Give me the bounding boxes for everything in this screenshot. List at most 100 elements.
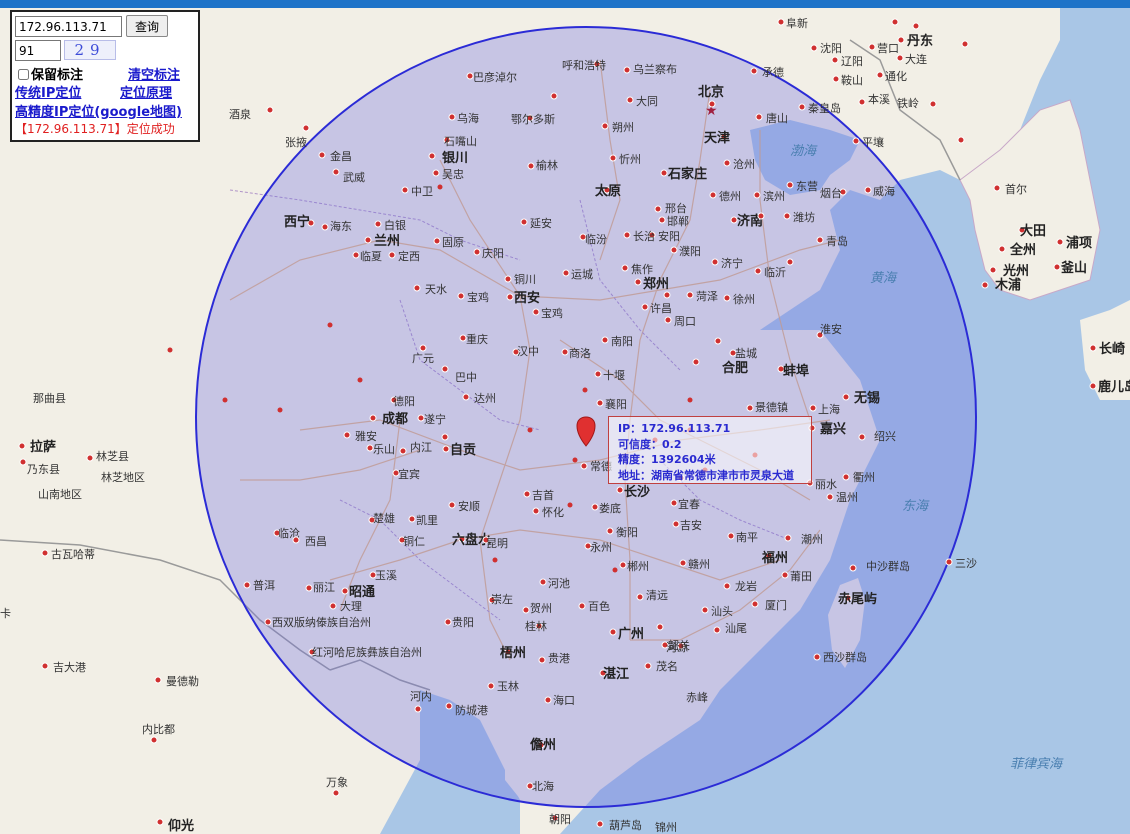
svg-text:西宁: 西宁 xyxy=(284,214,310,230)
query-button[interactable]: 查询 xyxy=(126,15,168,37)
svg-text:乃东县: 乃东县 xyxy=(27,463,60,476)
city-marker: 张掖 xyxy=(285,124,310,149)
city-marker xyxy=(891,18,899,26)
city-marker: 锦州 xyxy=(655,820,677,834)
svg-text:郑州: 郑州 xyxy=(643,276,669,292)
city-marker: 临汾 xyxy=(579,232,607,246)
svg-text:北海: 北海 xyxy=(532,779,554,793)
svg-text:龙岩: 龙岩 xyxy=(735,579,757,593)
sea-label-east: 东海 xyxy=(902,499,930,514)
city-marker: 鞍山 xyxy=(832,73,863,87)
city-marker: 赤尾屿 xyxy=(838,591,877,607)
city-marker: 西宁 xyxy=(284,214,315,230)
svg-text:天津: 天津 xyxy=(704,130,730,146)
ip-query-panel: 查询 29 保留标注 清空标注 传统IP定位 定位原理 高精度IP定位(goog… xyxy=(10,10,200,142)
city-marker: 天津 xyxy=(704,130,730,146)
city-marker: 鄂尔多斯 xyxy=(511,112,555,126)
svg-text:普洱: 普洱 xyxy=(253,578,275,592)
svg-text:宝鸡: 宝鸡 xyxy=(541,306,563,320)
svg-text:铁岭: 铁岭 xyxy=(897,96,919,110)
svg-text:防城港: 防城港 xyxy=(455,703,488,717)
traditional-ip-link[interactable]: 传统IP定位 xyxy=(15,82,81,101)
svg-text:清远: 清远 xyxy=(646,589,668,602)
city-marker: 营口 xyxy=(868,41,899,55)
city-marker: 呼和浩特 xyxy=(562,58,606,72)
city-marker: 福州 xyxy=(761,550,788,566)
svg-text:嘉兴: 嘉兴 xyxy=(819,421,846,437)
svg-text:衡阳: 衡阳 xyxy=(616,526,638,539)
svg-text:贵阳: 贵阳 xyxy=(452,616,474,629)
svg-text:鹿儿岛: 鹿儿岛 xyxy=(1098,379,1130,395)
ip-address-input[interactable] xyxy=(15,16,122,37)
svg-text:百色: 百色 xyxy=(588,599,610,613)
svg-text:古瓦哈蒂: 古瓦哈蒂 xyxy=(51,548,95,561)
city-marker xyxy=(786,258,794,266)
svg-text:济宁: 济宁 xyxy=(721,256,743,270)
svg-text:桂林: 桂林 xyxy=(525,619,547,633)
keep-marks-checkbox[interactable]: 保留标注 xyxy=(18,64,83,83)
svg-text:重庆: 重庆 xyxy=(466,332,488,346)
svg-text:白银: 白银 xyxy=(384,218,406,232)
keep-marks-check[interactable] xyxy=(18,69,29,80)
svg-text:蚌埠: 蚌埠 xyxy=(783,363,809,379)
city-marker: 梧州 xyxy=(500,645,526,661)
svg-text:金昌: 金昌 xyxy=(330,149,352,163)
svg-text:铜仁: 铜仁 xyxy=(403,534,425,548)
svg-text:安阳: 安阳 xyxy=(658,229,680,243)
svg-text:上海: 上海 xyxy=(818,402,840,416)
svg-text:滨州: 滨州 xyxy=(763,189,785,203)
svg-text:天水: 天水 xyxy=(425,283,447,296)
svg-text:汕头: 汕头 xyxy=(711,605,733,618)
svg-text:承德: 承德 xyxy=(762,65,784,79)
svg-text:辽阳: 辽阳 xyxy=(841,55,863,68)
svg-text:宜宾: 宜宾 xyxy=(398,467,420,481)
svg-text:吉安: 吉安 xyxy=(680,518,702,532)
city-marker xyxy=(957,136,965,144)
city-marker: 儋州 xyxy=(530,737,556,753)
svg-text:太原: 太原 xyxy=(594,183,621,199)
svg-text:巴彦淖尔: 巴彦淖尔 xyxy=(473,70,517,84)
city-marker: 北海 xyxy=(526,779,554,793)
svg-text:德州: 德州 xyxy=(719,189,741,203)
city-marker: 永州 xyxy=(584,540,612,554)
svg-text:木浦: 木浦 xyxy=(994,277,1021,293)
svg-text:本溪: 本溪 xyxy=(868,92,890,106)
svg-text:大连: 大连 xyxy=(905,52,927,66)
svg-text:庆阳: 庆阳 xyxy=(482,246,504,260)
svg-text:长崎: 长崎 xyxy=(1099,341,1125,357)
high-precision-link[interactable]: 高精度IP定位(google地图) xyxy=(15,101,182,120)
svg-text:青岛: 青岛 xyxy=(826,234,848,248)
svg-text:运城: 运城 xyxy=(571,268,593,281)
svg-text:临沂: 临沂 xyxy=(764,265,786,279)
svg-text:大田: 大田 xyxy=(1020,223,1046,239)
svg-text:徐州: 徐州 xyxy=(733,292,755,306)
svg-text:朔州: 朔州 xyxy=(612,121,634,134)
svg-text:成都: 成都 xyxy=(382,411,408,427)
captcha-input[interactable] xyxy=(15,40,61,61)
principle-link[interactable]: 定位原理 xyxy=(120,82,172,101)
city-marker xyxy=(692,358,700,366)
city-marker: 巴彦淖尔 xyxy=(466,70,517,84)
svg-text:釜山: 釜山 xyxy=(1060,260,1087,276)
city-marker: 赤峰 xyxy=(686,691,708,704)
svg-text:首尔: 首尔 xyxy=(1005,182,1027,196)
captcha-image[interactable]: 29 xyxy=(64,40,116,60)
svg-text:临夏: 临夏 xyxy=(360,249,382,263)
city-marker: 铜仁 xyxy=(398,534,425,548)
svg-text:遂宁: 遂宁 xyxy=(424,412,446,426)
svg-text:乌兰察布: 乌兰察布 xyxy=(633,62,677,76)
svg-text:福州: 福州 xyxy=(761,550,788,566)
svg-text:莆田: 莆田 xyxy=(790,570,812,583)
city-marker: 蚌埠 xyxy=(777,363,809,379)
svg-text:玉林: 玉林 xyxy=(497,679,519,693)
sea-label-philippine: 菲律宾海 xyxy=(1010,757,1064,772)
svg-text:襄阳: 襄阳 xyxy=(605,397,627,411)
svg-text:茂名: 茂名 xyxy=(656,659,678,673)
svg-text:永州: 永州 xyxy=(590,540,612,554)
svg-text:沈阳: 沈阳 xyxy=(820,41,842,55)
svg-text:许昌: 许昌 xyxy=(650,302,672,315)
clear-marks-link[interactable]: 清空标注 xyxy=(128,64,180,83)
svg-text:商洛: 商洛 xyxy=(569,346,591,360)
svg-text:营口: 营口 xyxy=(877,41,899,55)
sea-label-yellow: 黄海 xyxy=(870,271,898,286)
